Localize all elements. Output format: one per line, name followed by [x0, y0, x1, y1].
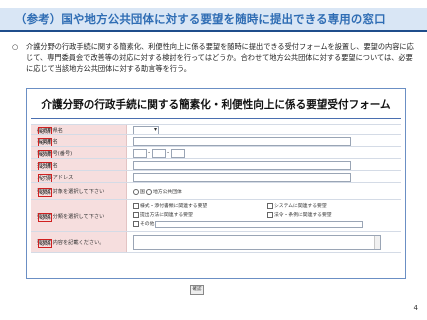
form-title: 介護分野の行政手続に関する簡素化・利便性向上に係る要望受付フォーム	[41, 99, 391, 111]
form-row-category: 要望の分類を選択して下さい 必須 様式・添付書類に関連する要望 システムに関連する…	[31, 199, 401, 232]
phone-input-2[interactable]	[152, 149, 166, 158]
intro-paragraph: ○ 介護分野の行政手続に関する簡素化、利便性向上に係る要望を随時に提出できる受付…	[12, 41, 414, 74]
business-name-input[interactable]	[133, 137, 351, 146]
category-option-forms[interactable]: 様式・添付書類に関連する要望	[133, 202, 207, 209]
confirm-button[interactable]: 確認	[190, 285, 204, 295]
radio-icon	[146, 188, 152, 195]
checkbox-icon	[133, 211, 139, 218]
required-badge: 必須	[38, 213, 53, 222]
slide-title: （参考）国や地方公共団体に対する要望を随時に提出できる専用の窓口	[15, 12, 386, 26]
checkbox-icon	[133, 220, 139, 227]
header-rule	[0, 30, 427, 32]
target-option-local[interactable]: 地方公共団体	[146, 188, 182, 195]
required-badge: 必須	[38, 239, 53, 248]
page-number: 4	[413, 304, 418, 312]
required-badge: 必須	[38, 188, 53, 197]
intro-text: 介護分野の行政手続に関する簡素化、利便性向上に係る要望を随時に提出できる受付フォ…	[26, 42, 414, 73]
form-title-rule	[31, 118, 401, 119]
phone-input-1[interactable]	[133, 149, 147, 158]
form-row-detail: 要望の内容を記載ください。 必須	[31, 231, 401, 253]
checkbox-icon	[267, 211, 273, 218]
category-option-submission[interactable]: 提出方法に関連する要望	[133, 211, 193, 218]
textarea-scrollbar[interactable]	[374, 236, 380, 249]
form-row-target: 要望の対象を選択して下さい 必須 国 地方公共団体	[31, 182, 401, 200]
checkbox-icon	[133, 202, 139, 209]
email-input[interactable]	[133, 173, 351, 182]
other-detail-input[interactable]	[155, 221, 363, 228]
category-option-law[interactable]: 法令・条例に関連する要望	[267, 211, 332, 218]
slide-header: （参考）国や地方公共団体に対する要望を随時に提出できる専用の窓口	[0, 0, 427, 36]
category-option-other[interactable]: その他	[133, 220, 154, 227]
person-name-input[interactable]	[133, 161, 351, 170]
checkbox-icon	[267, 202, 273, 209]
phone-input-3[interactable]	[171, 149, 185, 158]
bullet-icon: ○	[12, 42, 19, 51]
target-option-national[interactable]: 国	[133, 188, 145, 195]
radio-icon	[133, 188, 139, 195]
category-option-system[interactable]: システムに関連する要望	[267, 202, 327, 209]
detail-textarea[interactable]	[133, 235, 381, 250]
form-screenshot: 介護分野の行政手続に関する簡素化・利便性向上に係る要望受付フォーム 都道府県名必…	[26, 88, 406, 279]
